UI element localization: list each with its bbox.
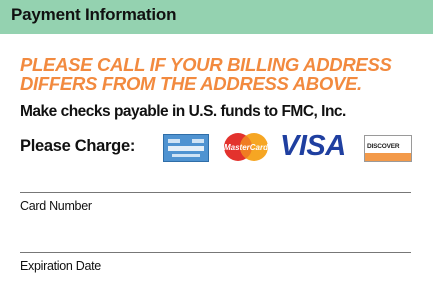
- payment-section-header: Payment Information: [0, 0, 433, 34]
- mastercard-card-icon[interactable]: MasterCard: [222, 132, 270, 162]
- discover-band: [365, 153, 411, 161]
- mastercard-text: MasterCard: [224, 143, 269, 152]
- please-charge-label: Please Charge:: [20, 137, 136, 155]
- card-number-label: Card Number: [20, 199, 92, 213]
- mastercard-graphic: MasterCard: [224, 133, 269, 161]
- discover-card-icon[interactable]: DISCOVER: [364, 135, 412, 162]
- visa-card-icon[interactable]: VISA: [280, 129, 346, 163]
- discover-text: DISCOVER: [367, 143, 400, 150]
- amex-graphic: [164, 135, 208, 161]
- card-number-field[interactable]: [20, 192, 411, 193]
- checks-payable-text: Make checks payable in U.S. funds to FMC…: [20, 103, 346, 120]
- section-title: Payment Information: [11, 5, 177, 24]
- amex-card-icon[interactable]: [163, 134, 209, 162]
- expiration-date-label: Expiration Date: [20, 259, 101, 273]
- expiration-date-field[interactable]: [20, 252, 411, 253]
- notice-line-1: PLEASE CALL IF YOUR BILLING ADDRESS: [20, 54, 392, 75]
- notice-line-2: DIFFERS FROM THE ADDRESS ABOVE.: [20, 73, 362, 94]
- billing-address-notice: PLEASE CALL IF YOUR BILLING ADDRESS DIFF…: [20, 55, 420, 93]
